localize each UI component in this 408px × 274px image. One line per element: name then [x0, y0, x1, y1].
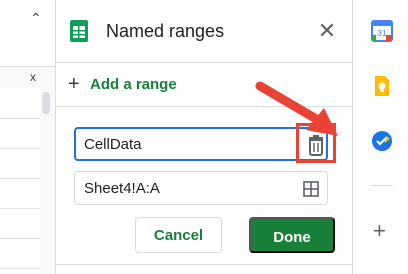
range-name-input[interactable] [74, 127, 328, 161]
range-field[interactable]: Sheet4!A:A [74, 171, 328, 205]
sheet-toolbar-area: ⌃ [0, 0, 55, 67]
named-ranges-panel: Named ranges ✕ + Add a range Sheet4!A:A … [56, 0, 352, 274]
add-range-button[interactable]: + Add a range [68, 74, 177, 94]
panel-title: Named ranges [106, 21, 225, 41]
range-value: Sheet4!A:A [84, 180, 160, 197]
rail-divider [371, 185, 393, 186]
spreadsheet-area: ⌃ x [0, 0, 56, 274]
keep-icon[interactable] [371, 75, 393, 97]
tasks-icon[interactable] [371, 130, 393, 152]
add-range-label: Add a range [90, 75, 177, 93]
calendar-icon[interactable]: 31 [371, 20, 393, 42]
select-range-icon[interactable] [303, 181, 319, 197]
scrollbar[interactable] [42, 92, 50, 114]
highlight-box [296, 123, 336, 163]
panel-header: Named ranges ✕ [56, 0, 352, 62]
cancel-button[interactable]: Cancel [135, 217, 222, 253]
close-icon[interactable]: ✕ [316, 20, 338, 42]
chevron-up-icon[interactable]: ⌃ [30, 10, 42, 27]
divider [56, 106, 352, 107]
side-rail: 31 + [352, 0, 408, 274]
sheets-icon [70, 20, 88, 42]
formula-close-icon[interactable]: x [30, 70, 36, 84]
plus-icon: + [68, 73, 80, 95]
divider [56, 62, 352, 63]
add-icon[interactable]: + [373, 220, 386, 242]
sheet-grid [0, 88, 40, 274]
divider [56, 264, 352, 265]
calendar-day: 31 [378, 29, 387, 38]
done-button[interactable]: Done [249, 217, 335, 253]
